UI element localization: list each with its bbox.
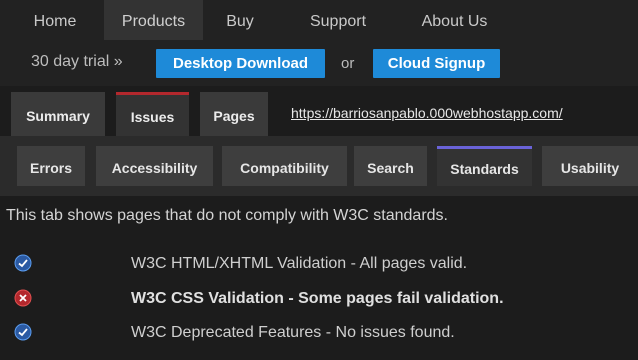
tab-pages[interactable]: Pages [200,92,268,136]
tab-summary[interactable]: Summary [11,92,105,136]
tab-usability[interactable]: Usability [542,146,638,186]
tab-search[interactable]: Search [354,146,427,186]
error-circle-icon [14,289,32,307]
sub-tabs: Errors Accessibility Compatibility Searc… [0,136,638,196]
tab-issues[interactable]: Issues [116,92,189,136]
nav-home[interactable]: Home [19,0,91,40]
nav-products[interactable]: Products [104,0,203,40]
result-text: W3C CSS Validation - Some pages fail val… [131,290,504,307]
tab-accessibility[interactable]: Accessibility [96,146,213,186]
or-label: or [341,55,355,72]
cloud-signup-button[interactable]: Cloud Signup [373,49,500,78]
nav-support[interactable]: Support [296,0,380,40]
check-circle-icon [14,323,32,341]
site-url-link[interactable]: https://barriosanpablo.000webhostapp.com… [291,105,563,121]
top-navbar: Home Products Buy Support About Us [0,0,638,40]
result-text: W3C Deprecated Features - No issues foun… [131,324,455,341]
result-row: W3C HTML/XHTML Validation - All pages va… [0,248,638,278]
result-row: W3C CSS Validation - Some pages fail val… [0,283,638,313]
result-text: W3C HTML/XHTML Validation - All pages va… [131,255,468,272]
tab-description: This tab shows pages that do not comply … [6,207,448,224]
tab-errors[interactable]: Errors [17,146,85,186]
desktop-download-button[interactable]: Desktop Download [156,49,325,78]
nav-buy[interactable]: Buy [214,0,266,40]
main-tabs: Summary Issues Pages https://barriosanpa… [0,86,638,136]
trial-bar: 30 day trial » Desktop Download or Cloud… [0,40,638,86]
nav-about-us[interactable]: About Us [403,0,506,40]
result-row: W3C Deprecated Features - No issues foun… [0,317,638,347]
trial-label: 30 day trial » [31,53,123,70]
tab-standards[interactable]: Standards [437,146,532,186]
tab-compatibility[interactable]: Compatibility [222,146,347,186]
check-circle-icon [14,254,32,272]
